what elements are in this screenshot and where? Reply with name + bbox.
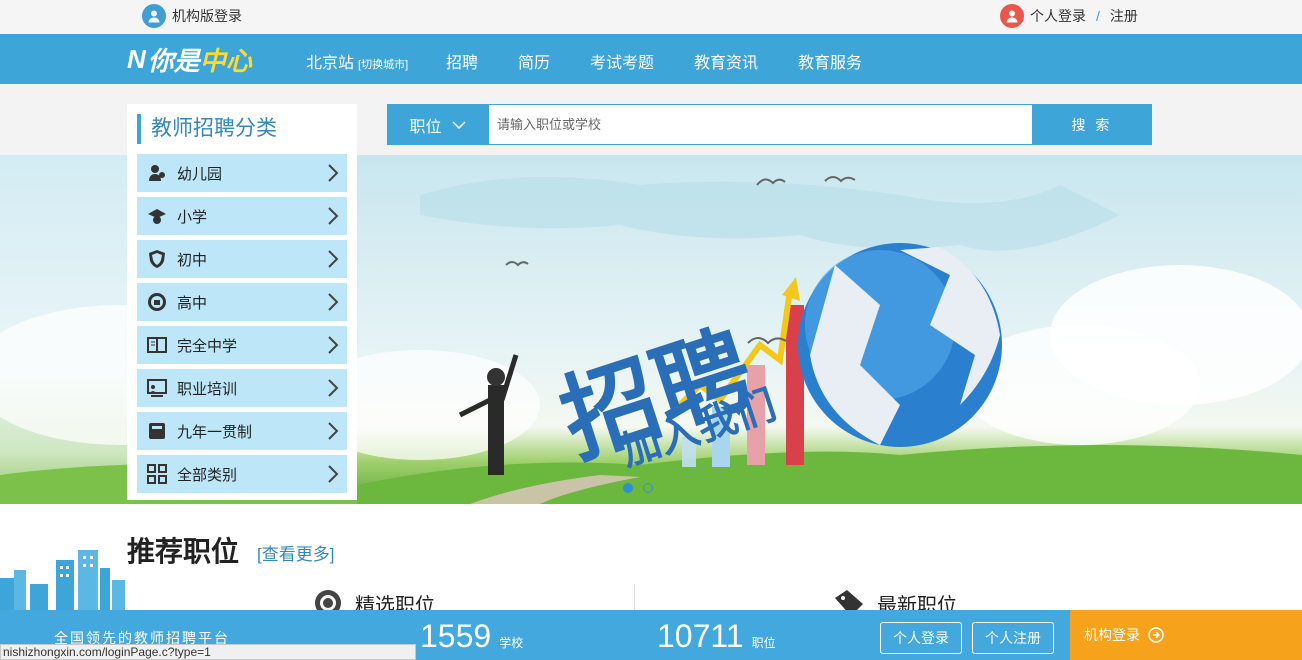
schools-count: 1559 xyxy=(420,618,492,654)
switch-city-link[interactable]: [切换城市] xyxy=(358,59,408,71)
city-selector[interactable]: 北京站 [切换城市] xyxy=(306,49,408,73)
logo-text-b: 中心 xyxy=(199,45,252,76)
user-icon xyxy=(142,4,166,28)
category-complete-middle[interactable]: 完全中学 xyxy=(137,326,347,364)
logo-text-a: 你是 xyxy=(147,45,200,76)
carousel-dot-1[interactable] xyxy=(623,483,633,493)
category-label: 九年一贯制 xyxy=(177,423,253,441)
chevron-right-icon xyxy=(328,207,339,225)
section-divider xyxy=(634,584,635,610)
category-label: 小学 xyxy=(177,208,208,226)
schools-stat: 1559 学校 xyxy=(420,618,523,655)
chevron-right-icon xyxy=(328,250,339,268)
personal-login-button[interactable]: 个人登录 xyxy=(880,622,962,654)
category-nine-year[interactable]: 九年一贯制 xyxy=(137,412,347,450)
chevron-down-icon xyxy=(451,120,466,129)
category-label: 全部类别 xyxy=(177,466,238,484)
category-label: 职业培训 xyxy=(177,380,238,398)
category-primary[interactable]: 小学 xyxy=(137,197,347,235)
status-bar-url: nishizhongxin.com/loginPage.c?type=1 xyxy=(0,644,416,660)
category-label: 高中 xyxy=(177,294,208,312)
category-label: 初中 xyxy=(177,251,208,269)
search-button[interactable]: 搜 索 xyxy=(1032,104,1152,145)
search-input[interactable] xyxy=(489,105,1032,144)
jobs-unit: 职位 xyxy=(751,636,776,650)
nav-items: 招聘 简历 考试考题 教育资讯 教育服务 xyxy=(446,49,902,73)
recommend-title: 推荐职位 xyxy=(127,536,240,567)
chevron-right-icon xyxy=(328,293,339,311)
category-junior-high[interactable]: 初中 xyxy=(137,240,347,278)
register-link[interactable]: 注册 xyxy=(1110,6,1138,26)
category-vocational[interactable]: 职业培训 xyxy=(137,369,347,407)
org-login-button[interactable]: 机构登录 xyxy=(1070,610,1302,660)
top-bar: 机构版登录 个人登录 / 注册 xyxy=(0,0,1302,34)
teacher-board-icon xyxy=(147,378,167,398)
org-login-label: 机构版登录 xyxy=(172,8,242,24)
category-kindergarten[interactable]: 幼儿园 xyxy=(137,154,347,192)
category-senior-high[interactable]: 高中 xyxy=(137,283,347,321)
user-icon xyxy=(1000,4,1024,28)
org-login-link[interactable]: 机构版登录 xyxy=(142,4,242,28)
carousel-dot-2[interactable] xyxy=(643,483,653,493)
org-login-label: 机构登录 xyxy=(1084,627,1140,643)
nav-item-news[interactable]: 教育资讯 xyxy=(694,49,798,73)
city-name: 北京站 xyxy=(306,55,355,72)
search-bar: 职位 搜 索 xyxy=(387,104,1152,145)
logo-mark: N xyxy=(127,43,146,74)
nav-item-recruit[interactable]: 招聘 xyxy=(446,49,518,73)
nav-item-resume[interactable]: 简历 xyxy=(518,49,590,73)
link-separator: / xyxy=(1096,8,1100,24)
category-label: 幼儿园 xyxy=(177,165,223,183)
city-skyline-icon xyxy=(0,550,125,610)
personal-login-link[interactable]: 个人登录 xyxy=(1030,6,1086,26)
main-nav: N 你是中心 北京站 [切换城市] 招聘 简历 考试考题 教育资讯 教育服务 xyxy=(0,34,1302,84)
graduation-cap-icon xyxy=(147,206,167,226)
kindergarten-icon xyxy=(147,163,167,183)
site-logo[interactable]: N 你是中心 xyxy=(127,42,252,76)
jobs-stat: 10711 职位 xyxy=(657,618,776,655)
book-icon xyxy=(147,335,167,355)
search-type-select[interactable]: 职位 xyxy=(387,104,488,145)
carousel-dots xyxy=(623,483,653,493)
personal-register-button[interactable]: 个人注册 xyxy=(972,622,1054,654)
category-label: 完全中学 xyxy=(177,337,238,355)
chevron-right-icon xyxy=(328,379,339,397)
nav-item-services[interactable]: 教育服务 xyxy=(798,49,902,73)
notebook-icon xyxy=(147,421,167,441)
search-type-label: 职位 xyxy=(409,118,442,136)
nav-item-exams[interactable]: 考试考题 xyxy=(590,49,694,73)
category-all[interactable]: 全部类别 xyxy=(137,455,347,493)
badge-icon xyxy=(147,292,167,312)
view-more-link[interactable]: [查看更多] xyxy=(257,540,334,565)
chevron-right-icon xyxy=(328,164,339,182)
sidebar-title: 教师招聘分类 xyxy=(137,114,277,144)
arrow-circle-icon xyxy=(1148,627,1164,643)
chevron-right-icon xyxy=(328,336,339,354)
schools-unit: 学校 xyxy=(499,636,524,650)
shield-icon xyxy=(147,249,167,269)
user-links: 个人登录 / 注册 xyxy=(1000,4,1138,28)
category-sidebar: 教师招聘分类 幼儿园 小学 初中 高中 完全中学 职业培训 九年一贯制 全部类别 xyxy=(127,104,357,500)
grid-icon xyxy=(147,464,167,484)
logo-text: 你是中心 xyxy=(148,41,252,78)
jobs-count: 10711 xyxy=(657,618,744,654)
chevron-right-icon xyxy=(328,422,339,440)
chevron-right-icon xyxy=(328,465,339,483)
